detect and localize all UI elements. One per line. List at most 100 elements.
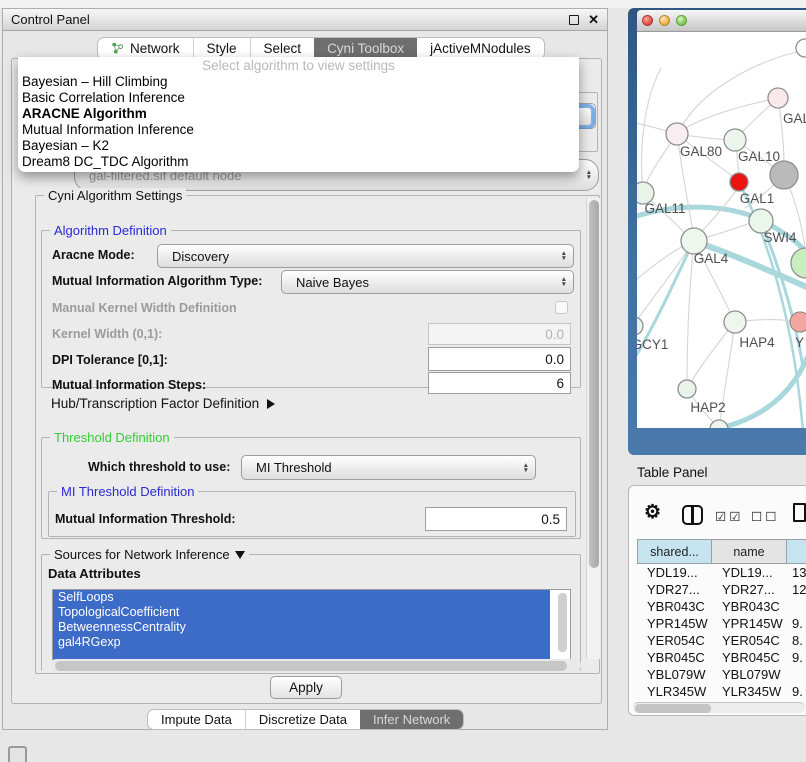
float-window-icon[interactable] (569, 15, 579, 25)
network-node-gal80[interactable] (666, 123, 688, 145)
node-label: GAL4 (694, 251, 729, 266)
close-icon[interactable] (588, 11, 599, 29)
attribute-item[interactable]: BetweennessCentrality (53, 620, 550, 635)
column-header[interactable]: name (711, 539, 787, 564)
table-row[interactable]: YBR043CYBR043C (637, 598, 806, 615)
network-node-y[interactable] (790, 312, 806, 332)
threshold-select[interactable]: MI Threshold (241, 455, 536, 480)
scrollbar-thumb[interactable] (635, 704, 711, 713)
table-cell: YBR043C (712, 598, 788, 615)
table-horizontal-scrollbar[interactable] (633, 702, 805, 713)
network-edge-highlighted[interactable] (697, 358, 806, 428)
table-cell: 9. (788, 615, 806, 632)
tab-impute-data[interactable]: Impute Data (148, 710, 245, 729)
node-label: Y (795, 335, 804, 350)
table-cell: YPR145W (637, 615, 712, 632)
table-row[interactable]: YLR345WYLR345W9. (637, 683, 806, 700)
table-row[interactable]: YBR045CYBR045C9. (637, 649, 806, 666)
network-node-gal10[interactable] (724, 129, 746, 151)
algorithm-option[interactable]: Dream8 DC_TDC Algorithm (18, 154, 579, 170)
manual-kernel-label: Manual Kernel Width Definition (52, 301, 237, 315)
tab-jactivemnodules[interactable]: jActiveMNodules (417, 38, 544, 59)
table-cell (788, 598, 806, 615)
settings-horizontal-scrollbar[interactable] (51, 659, 581, 672)
network-node-gal1[interactable] (730, 173, 748, 191)
kernel-width-field[interactable]: 0.0 (428, 323, 571, 345)
network-node-hap2[interactable] (678, 380, 696, 398)
scrollbar-thumb[interactable] (55, 661, 567, 671)
data-attributes-label: Data Attributes (48, 566, 141, 581)
bottom-tabbar: Impute Data Discretize Data Infer Networ… (147, 709, 464, 730)
minimize-traffic-light-icon[interactable] (659, 15, 670, 26)
manual-kernel-checkbox[interactable] (555, 301, 568, 314)
field-value: 0.5 (541, 512, 560, 527)
table-row[interactable]: YBL079WYBL079W (637, 666, 806, 683)
algorithm-option[interactable]: Basic Correlation Inference (18, 90, 579, 106)
attribute-item[interactable]: SelfLoops (53, 590, 550, 605)
show-columns-checked-icon[interactable] (715, 509, 743, 524)
algorithm-option-list: Bayesian – Hill ClimbingBasic Correlatio… (18, 74, 579, 170)
network-node-gcy1[interactable] (637, 317, 643, 335)
list-scrollbar-thumb[interactable] (558, 593, 567, 652)
column-header[interactable] (786, 539, 806, 564)
sources-toggle[interactable]: Sources for Network Inference (50, 547, 249, 562)
apply-label: Apply (289, 680, 323, 695)
attribute-item[interactable]: gal4RGexp (53, 635, 550, 650)
apply-button[interactable]: Apply (270, 676, 342, 699)
table-row[interactable]: YDL19...YDL19...13 (637, 564, 806, 581)
tab-discretize-data[interactable]: Discretize Data (245, 710, 360, 729)
algorithm-option[interactable]: Bayesian – K2 (18, 138, 579, 154)
table-cell: YDL19... (637, 564, 712, 581)
hub-definition-toggle[interactable]: Hub/Transcription Factor Definition (51, 396, 275, 411)
network-node[interactable] (791, 248, 806, 278)
tab-network[interactable]: Network (98, 38, 193, 59)
table-row[interactable]: YDR27...YDR27...12 (637, 581, 806, 598)
zoom-traffic-light-icon[interactable] (676, 15, 687, 26)
network-node[interactable] (768, 88, 788, 108)
network-edge[interactable] (679, 98, 778, 132)
table-row[interactable]: YPR145WYPR145W9. (637, 615, 806, 632)
settings-vertical-scrollbar[interactable] (586, 198, 600, 659)
dock-button[interactable] (8, 746, 27, 762)
mi-algorithm-type-select[interactable]: Naive Bayes (281, 270, 574, 294)
table-cell: YER054C (637, 632, 712, 649)
columns-icon[interactable] (682, 505, 703, 525)
network-node[interactable] (770, 161, 798, 189)
dpi-tolerance-field[interactable]: 0.0 (428, 347, 571, 371)
group-title: Threshold Definition (50, 430, 174, 445)
network-node-hap4[interactable] (724, 311, 746, 333)
document-icon[interactable] (793, 503, 806, 522)
attribute-item[interactable]: TopologicalCoefficient (53, 605, 550, 620)
aracne-mode-label: Aracne Mode: (52, 248, 135, 262)
network-node[interactable] (796, 39, 806, 57)
threshold-definition-group: Threshold Definition Which threshold to … (41, 437, 581, 539)
network-edge[interactable] (637, 241, 694, 320)
algorithm-option[interactable]: Bayesian – Hill Climbing (18, 74, 579, 90)
close-traffic-light-icon[interactable] (642, 15, 653, 26)
table-cell: 9. (788, 649, 806, 666)
tab-style[interactable]: Style (193, 38, 250, 59)
mi-steps-field[interactable]: 6 (428, 372, 571, 394)
app-root: Control Panel Network Style (0, 0, 806, 762)
scrollbar-thumb[interactable] (589, 200, 599, 568)
tab-select[interactable]: Select (250, 38, 315, 59)
tab-infer-network[interactable]: Infer Network (360, 710, 463, 729)
network-window-titlebar[interactable] (637, 10, 806, 32)
mi-threshold-label: Mutual Information Threshold: (55, 512, 236, 526)
node-label: GCY1 (637, 337, 668, 352)
dpi-tolerance-label: DPI Tolerance [0,1]: (52, 353, 168, 367)
gear-icon[interactable] (644, 501, 661, 524)
hide-columns-unchecked-icon[interactable] (751, 509, 779, 524)
table-row[interactable]: YER054CYER054C8. (637, 632, 806, 649)
node-label: GAL80 (680, 144, 722, 159)
tab-cyni-toolbox[interactable]: Cyni Toolbox (314, 38, 417, 59)
network-canvas[interactable]: GAL80GAL10GAL1GAL11SWI4GAL4GCY1HAP4YHAP2… (637, 32, 806, 428)
column-header[interactable]: shared... (637, 539, 712, 564)
table-cell: YDR27... (637, 581, 712, 598)
group-title: Cyni Algorithm Settings (44, 188, 186, 203)
mi-threshold-field[interactable]: 0.5 (425, 507, 567, 531)
algorithm-option[interactable]: ARACNE Algorithm (18, 106, 579, 122)
algorithm-option[interactable]: Mutual Information Inference (18, 122, 579, 138)
data-attributes-list[interactable]: SelfLoopsTopologicalCoefficientBetweenne… (52, 589, 571, 660)
aracne-mode-select[interactable]: Discovery (157, 244, 574, 268)
